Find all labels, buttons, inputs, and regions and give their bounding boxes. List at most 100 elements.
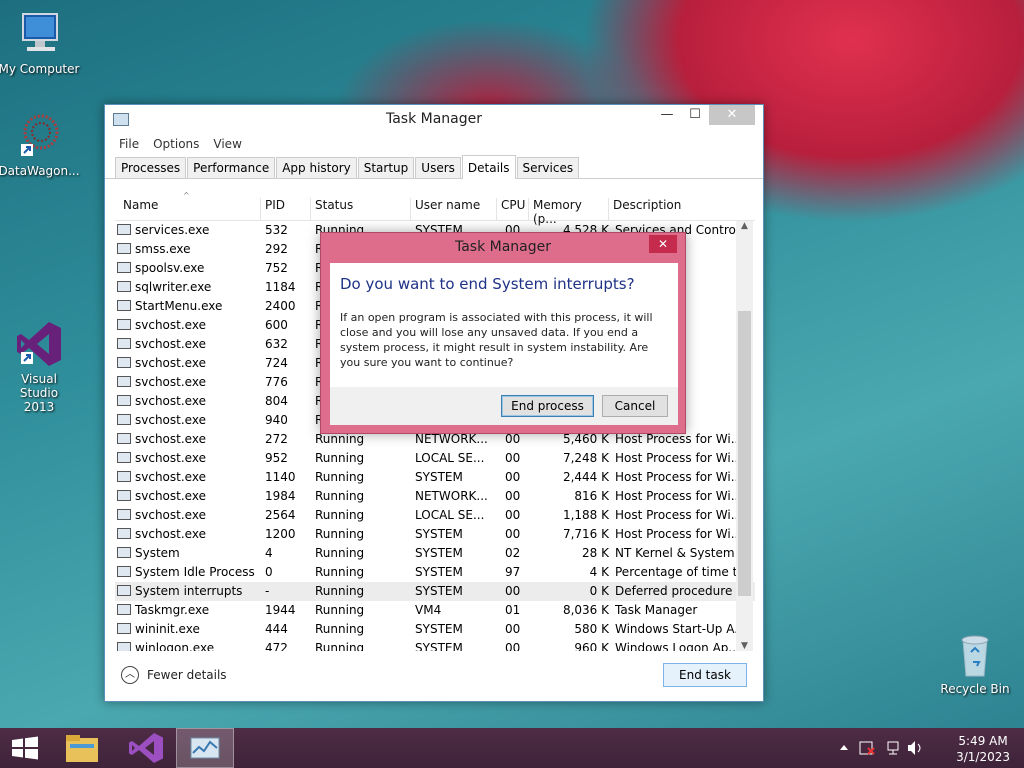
- process-icon: [117, 414, 131, 425]
- process-icon: [117, 300, 131, 311]
- tab-details[interactable]: Details: [461, 155, 516, 179]
- fewer-details-label: Fewer details: [147, 668, 227, 682]
- process-cpu: 00: [505, 527, 521, 541]
- taskbar-file-explorer[interactable]: [58, 728, 116, 768]
- tab-performance[interactable]: Performance: [187, 157, 276, 178]
- scrollbar-thumb[interactable]: [738, 311, 751, 596]
- column-header-memory[interactable]: Memory (p...: [531, 198, 609, 226]
- show-hidden-icons-icon[interactable]: [840, 745, 848, 750]
- table-row[interactable]: svchost.exe 1984 Running NETWORK... 00 816 K H…: [115, 487, 755, 506]
- process-name-text: Taskmgr.exe: [135, 603, 210, 617]
- tab-services[interactable]: Services: [516, 157, 580, 178]
- process-memory: 7,716 K: [562, 527, 609, 541]
- process-name-text: svchost.exe: [135, 318, 206, 332]
- table-row[interactable]: System 4 Running SYSTEM 02 28 K NT Kernel & Sy…: [115, 544, 755, 563]
- process-name: System: [117, 546, 257, 560]
- process-name-text: svchost.exe: [135, 394, 206, 408]
- column-header-pid[interactable]: PID: [263, 198, 311, 220]
- process-pid: 444: [265, 622, 288, 636]
- process-memory: 1,188 K: [562, 508, 609, 522]
- process-icon: [117, 642, 131, 651]
- desktop-icon-recycle-bin[interactable]: Recycle Bin: [930, 630, 1020, 696]
- table-row[interactable]: System interrupts - Running SYSTEM 00 0 K Defe…: [115, 582, 755, 601]
- table-row[interactable]: svchost.exe 1200 Running SYSTEM 00 7,716 K Hos…: [115, 525, 755, 544]
- taskbar-visual-studio[interactable]: [116, 728, 174, 768]
- start-button[interactable]: [0, 728, 58, 768]
- process-icon: [117, 319, 131, 330]
- taskbar-task-manager[interactable]: [176, 728, 234, 768]
- process-name: svchost.exe: [117, 508, 257, 522]
- scroll-down-icon[interactable]: ▼: [736, 641, 753, 651]
- process-pid: 776: [265, 375, 288, 389]
- table-row[interactable]: svchost.exe 952 Running LOCAL SE... 00 7,248 …: [115, 449, 755, 468]
- column-header-status[interactable]: Status: [313, 198, 411, 220]
- process-status: Running: [315, 432, 365, 446]
- clock[interactable]: 5:49 AM 3/1/2023: [956, 733, 1010, 765]
- process-name: svchost.exe: [117, 375, 257, 389]
- table-row[interactable]: System Idle Process 0 Running SYSTEM 97 4 K Pe…: [115, 563, 755, 582]
- desktop-icon-my-computer[interactable]: My Computer: [0, 10, 84, 76]
- column-header-user-name[interactable]: User name: [413, 198, 497, 220]
- tab-app-history[interactable]: App history: [276, 157, 357, 178]
- process-icon: [117, 528, 131, 539]
- process-pid: 1944: [265, 603, 296, 617]
- process-description: Host Process for Wi...: [615, 432, 740, 446]
- title-bar[interactable]: Task Manager — ☐ ✕: [105, 105, 763, 133]
- process-icon: [117, 376, 131, 387]
- minimize-button[interactable]: —: [653, 105, 681, 125]
- volume-icon[interactable]: [908, 741, 915, 755]
- fewer-details-button[interactable]: ︿ Fewer details: [121, 666, 227, 684]
- process-memory: 5,460 K: [562, 432, 609, 446]
- process-description: Host Process for Wi...: [615, 527, 740, 541]
- desktop-icon-visual-studio[interactable]: Visual Studio 2013: [0, 320, 84, 414]
- table-row[interactable]: svchost.exe 2564 Running LOCAL SE... 00 1,188…: [115, 506, 755, 525]
- process-pid: 724: [265, 356, 288, 370]
- process-icon: [117, 471, 131, 482]
- process-memory: 0 K: [589, 584, 609, 598]
- end-process-button[interactable]: End process: [501, 395, 594, 417]
- table-row[interactable]: Taskmgr.exe 1944 Running VM4 01 8,036 K Task M…: [115, 601, 755, 620]
- process-description: NT Kernel & System: [615, 546, 735, 560]
- table-row[interactable]: winlogon.exe 472 Running SYSTEM 00 960 K Windo…: [115, 639, 755, 651]
- end-task-button[interactable]: End task: [663, 663, 747, 687]
- table-row[interactable]: svchost.exe 1140 Running SYSTEM 00 2,444 K Hos…: [115, 468, 755, 487]
- menu-view[interactable]: View: [213, 137, 241, 151]
- process-description: Windows Logon Ap...: [615, 641, 740, 651]
- vertical-scrollbar[interactable]: ▲ ▼: [736, 221, 753, 651]
- process-description: Host Process for Wi...: [615, 508, 740, 522]
- process-description: Deferred procedure ...: [615, 584, 740, 598]
- menu-file[interactable]: File: [119, 137, 139, 151]
- process-user: NETWORK...: [415, 432, 488, 446]
- column-header-cpu[interactable]: CPU: [499, 198, 529, 220]
- table-row[interactable]: wininit.exe 444 Running SYSTEM 00 580 K Window…: [115, 620, 755, 639]
- process-name: System Idle Process: [117, 565, 257, 579]
- process-name: smss.exe: [117, 242, 257, 256]
- process-cpu: 00: [505, 451, 521, 465]
- maximize-button[interactable]: ☐: [681, 105, 709, 125]
- process-name: StartMenu.exe: [117, 299, 257, 313]
- process-icon: [117, 243, 131, 254]
- footer: ︿ Fewer details End task: [105, 651, 763, 701]
- menu-options[interactable]: Options: [153, 137, 199, 151]
- process-name-text: winlogon.exe: [135, 641, 215, 651]
- tab-users[interactable]: Users: [415, 157, 461, 178]
- column-header-name[interactable]: Name: [121, 198, 261, 220]
- process-name: svchost.exe: [117, 470, 257, 484]
- process-name: svchost.exe: [117, 356, 257, 370]
- desktop-icon-datawagon[interactable]: DataWagon...: [0, 112, 84, 178]
- cancel-button[interactable]: Cancel: [602, 395, 668, 417]
- process-name: svchost.exe: [117, 394, 257, 408]
- column-header-description[interactable]: Description: [611, 198, 739, 220]
- close-button[interactable]: ✕: [709, 105, 755, 125]
- process-memory: 2,444 K: [562, 470, 609, 484]
- process-pid: 600: [265, 318, 288, 332]
- dialog-close-button[interactable]: ✕: [649, 235, 677, 253]
- tab-startup[interactable]: Startup: [357, 157, 415, 178]
- scroll-up-icon[interactable]: ▲: [736, 221, 753, 231]
- process-name-text: StartMenu.exe: [135, 299, 223, 313]
- desktop-icon-label: My Computer: [0, 62, 80, 76]
- dialog-question: Do you want to end System interrupts?: [340, 275, 635, 293]
- tab-processes[interactable]: Processes: [115, 157, 187, 178]
- network-icon[interactable]: [887, 741, 899, 751]
- process-pid: 1200: [265, 527, 296, 541]
